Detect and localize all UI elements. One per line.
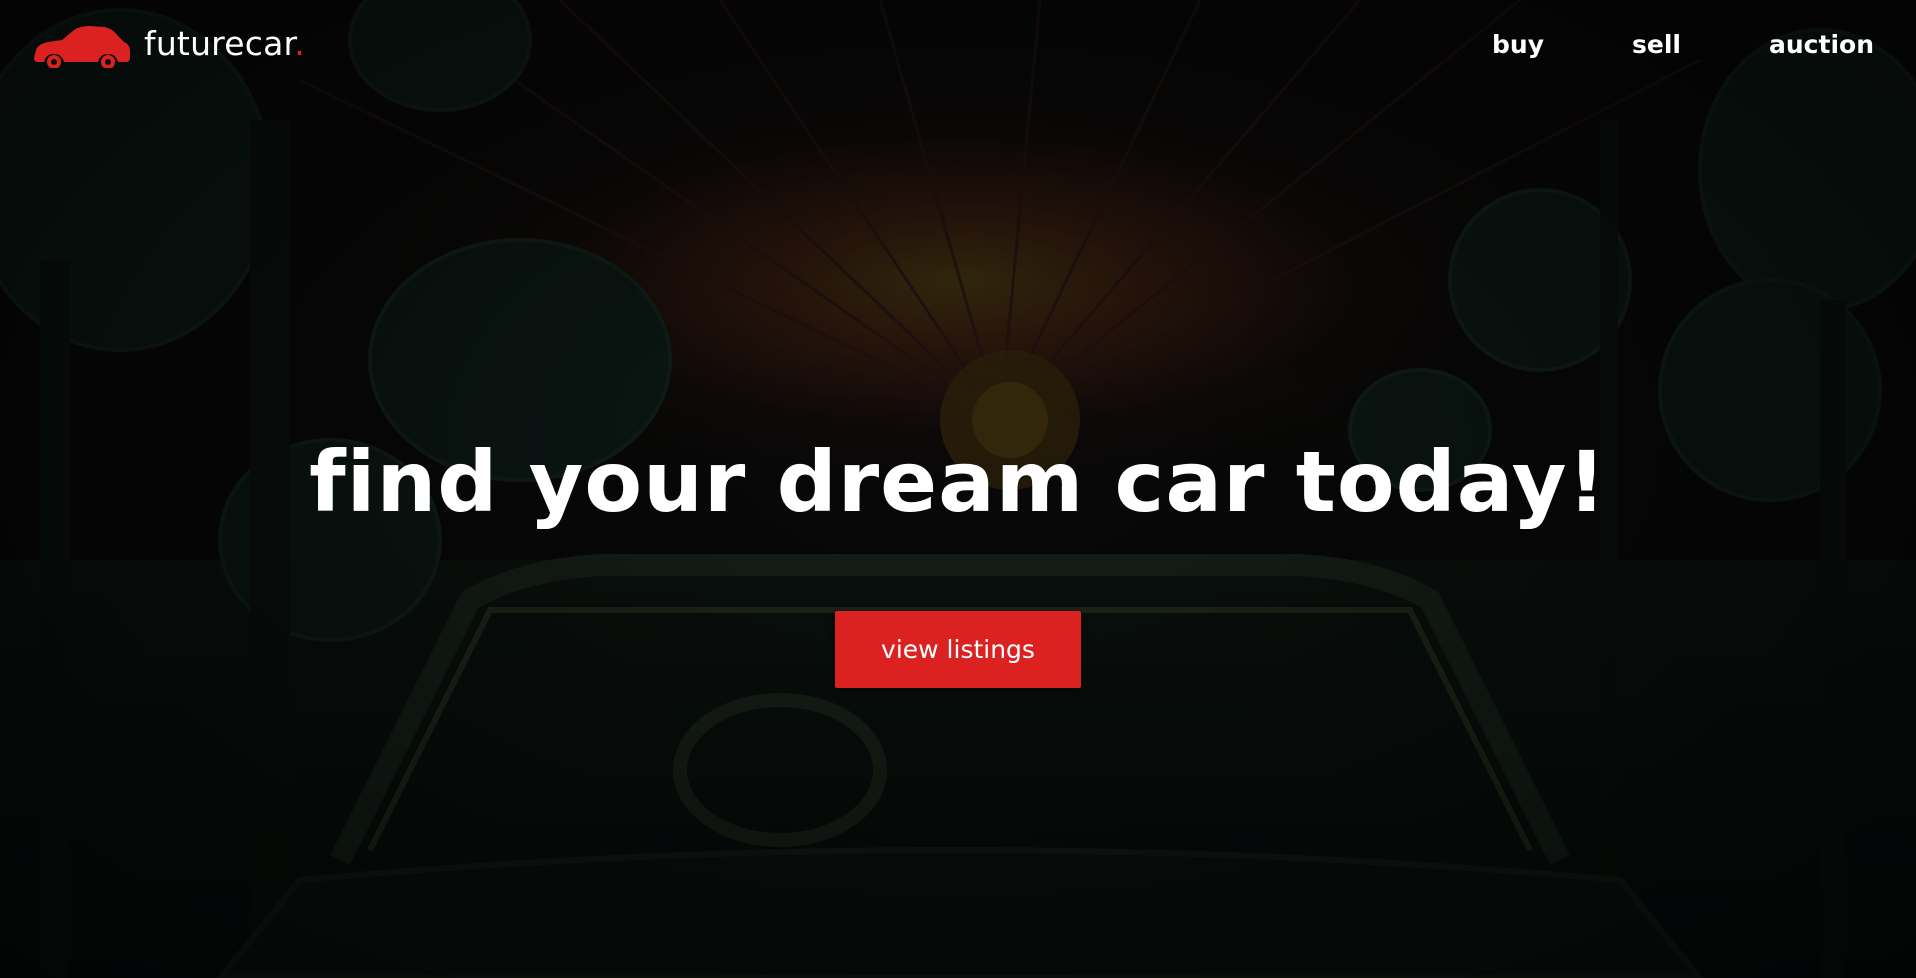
brand-name: futurecar.	[144, 24, 305, 63]
view-listings-button[interactable]: view listings	[835, 611, 1081, 688]
car-icon	[34, 26, 130, 68]
nav-link-buy[interactable]: buy	[1492, 30, 1544, 59]
brand-logo-link[interactable]: futurecar.	[32, 24, 305, 68]
brand-dot: .	[294, 23, 305, 63]
brand-name-text: futurecar	[144, 23, 295, 63]
nav-link-sell[interactable]: sell	[1632, 30, 1681, 59]
nav-link-auction[interactable]: auction	[1769, 30, 1874, 59]
main-nav: buy sell auction	[1492, 30, 1874, 59]
hero-title: find your dream car today!	[309, 433, 1607, 531]
site-header: futurecar. buy sell auction	[0, 0, 1916, 96]
landing-page: futurecar. buy sell auction find your dr…	[0, 0, 1916, 978]
